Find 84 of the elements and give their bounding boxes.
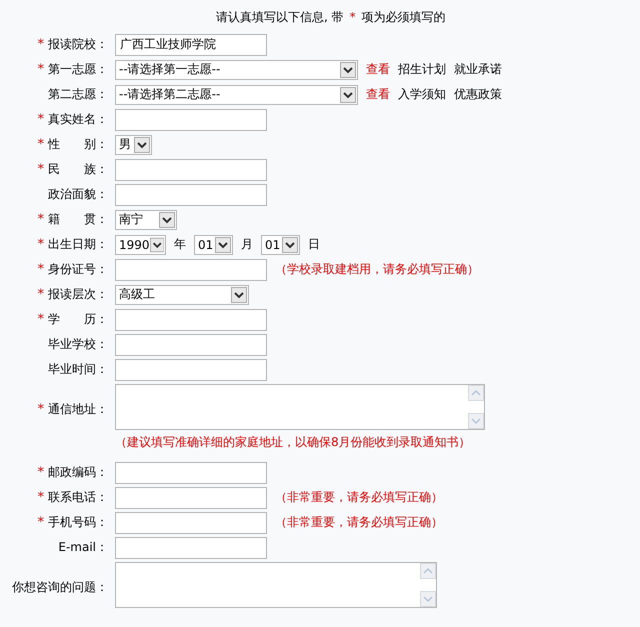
chevron-icon [282,236,298,252]
required-mark: * [38,237,44,252]
field-label: 性 别： [48,136,108,153]
field-label: 第一志愿： [48,61,108,78]
scroll-down-icon[interactable] [468,413,484,429]
field-label: 你想咨询的问题： [12,578,108,596]
text-field[interactable] [115,512,267,534]
required-mark: * [38,62,44,77]
field-label: 报读院校： [48,36,108,53]
chevron-icon [159,212,175,228]
text-field[interactable] [115,334,267,356]
field-label: 手机号码： [48,514,108,531]
chevron-icon [215,236,231,252]
required-mark: * [38,490,44,505]
hint-text: （非常重要，请务必填写正确） [275,514,443,531]
date-unit: 月 [241,236,253,253]
hint-text: （非常重要，请务必填写正确） [275,489,443,506]
info-link[interactable]: 优惠政策 [454,86,502,103]
text-field[interactable] [115,358,267,380]
info-link[interactable]: 入学须知 [398,86,446,103]
required-mark: * [38,465,44,480]
text-field[interactable] [115,308,267,330]
field-label: 邮政编码： [48,464,108,481]
required-mark: * [38,262,44,277]
required-mark: * [38,212,44,227]
text-field[interactable] [115,108,267,130]
field-label: 毕业学校： [48,336,108,353]
field-label: 身份证号： [48,261,108,278]
date-dropdown[interactable]: 01 [261,234,300,254]
hint-text: （建议填写准确详细的家庭地址，以确保8月份能收到录取通知书） [115,434,471,451]
info-link[interactable]: 就业承诺 [454,61,502,78]
select-dropdown[interactable]: 高级工 [115,284,249,304]
instruction-text: 请认真填写以下信息, 带 [216,8,344,26]
select-dropdown[interactable]: 南宁 [115,210,177,230]
hint-text: （学校录取建档用，请务必填写正确） [275,261,479,278]
instruction-text: 项为必须填写的 [362,8,446,26]
date-dropdown[interactable]: 1990 [115,234,166,254]
field-label: 民 族： [48,161,108,178]
field-label: 联系电话： [48,489,108,506]
field-label: 真实姓名： [48,111,108,128]
field-label: 通信地址： [48,400,108,418]
text-field[interactable] [115,486,267,508]
chevron-icon [231,286,247,302]
required-mark: * [38,287,44,302]
field-label: 政治面貌： [48,186,108,203]
date-unit: 日 [308,236,320,253]
textarea-field[interactable] [115,384,485,430]
required-mark: * [38,137,44,152]
text-field[interactable]: 广西工业技师学院 [115,34,267,56]
required-mark: * [38,112,44,127]
required-mark: * [38,312,44,327]
info-link[interactable]: 招生计划 [398,61,446,78]
date-unit: 年 [174,236,186,253]
field-label: 籍 贯： [48,211,108,228]
chevron-icon [340,62,356,78]
required-mark: * [38,402,44,416]
text-field[interactable] [115,158,267,180]
select-dropdown[interactable]: --请选择第二志愿-- [115,84,358,104]
textarea-field[interactable] [115,562,437,608]
select-dropdown[interactable]: --请选择第一志愿-- [115,60,358,80]
chevron-icon [150,236,164,252]
required-mark: * [350,10,356,24]
text-field[interactable] [115,462,267,484]
text-field[interactable] [115,258,267,280]
required-mark: * [38,162,44,177]
required-mark: * [38,515,44,530]
scroll-up-icon[interactable] [420,563,436,579]
field-label: 毕业时间： [48,361,108,378]
date-dropdown[interactable]: 01 [194,234,233,254]
field-label: 报读层次： [48,286,108,303]
info-link[interactable]: 查看 [366,61,390,78]
select-dropdown[interactable]: 男 [115,134,152,154]
scroll-up-icon[interactable] [468,385,484,401]
field-label: 学 历： [48,311,108,328]
chevron-icon [340,86,356,102]
field-label: E-mail： [58,539,108,556]
field-label: 第二志愿： [48,86,108,103]
text-field[interactable] [115,184,267,206]
chevron-icon [134,136,150,152]
required-mark: * [38,37,44,52]
text-field[interactable] [115,536,267,558]
field-label: 出生日期： [48,236,108,253]
scroll-down-icon[interactable] [420,591,436,607]
info-link[interactable]: 查看 [366,86,390,103]
